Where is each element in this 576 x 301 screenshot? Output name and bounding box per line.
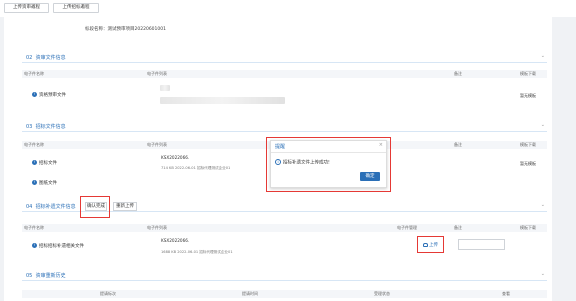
bid-name: 标段名称：测试预审项目20220601001 (85, 27, 166, 32)
upload-tender-doc-button[interactable]: 上传招标邀程 (53, 3, 99, 13)
col-doc-list: 电子件列表 (147, 225, 167, 230)
section-02-table-header: 电子件名称 电子件列表 备注 模板下载 (22, 70, 547, 78)
section-04-table-header: 电子件名称 电子件列表 电子件管理 备注 模板下载 (22, 224, 547, 232)
s04-file-meta: 1688 KB 2022-06-01 招标代理测试企业01 (161, 250, 233, 254)
col-history: 查看 (502, 291, 510, 296)
reupload-button[interactable]: 重新上传 (113, 202, 137, 211)
blurred-file-meta (160, 97, 285, 104)
col-doc-name: 电子件名称 (24, 71, 44, 76)
col-remark: 备注 (454, 142, 462, 147)
section-04-title: 04 招标补遗文件信息 (26, 204, 76, 210)
col-doc-list: 电子件列表 (147, 71, 167, 76)
remark-input[interactable] (458, 239, 505, 250)
s02-row-label: ! 资格预审文件 (32, 92, 66, 98)
col-doc-list: 电子件列表 (147, 142, 167, 147)
col-action: 模板下载 (520, 142, 536, 147)
col-history: 提请时间 (242, 291, 258, 296)
s03-row-label-2: ! 图纸文件 (32, 180, 57, 186)
s03-file-meta: 714 KB 2022-06-01 招标代理测试企业01 (161, 166, 231, 170)
chevron-down-icon[interactable]: ⌄ (541, 53, 545, 59)
s02-template-link[interactable]: 暂无模板 (520, 93, 536, 99)
highlight-box (266, 137, 391, 192)
s03-template-link[interactable]: 暂无模板 (520, 161, 536, 167)
chevron-down-icon[interactable]: ⌄ (541, 122, 545, 128)
history-table-header: 提请标次 提请时间 受理状态 查看 (22, 290, 547, 298)
section-02-title: 02 资审文件信息 (26, 55, 66, 61)
required-icon: ! (32, 92, 37, 97)
col-action: 模板下载 (520, 71, 536, 76)
highlight-box (80, 196, 110, 218)
col-action: 模板下载 (520, 225, 536, 230)
col-doc-name: 电子件名称 (24, 225, 44, 230)
top-toolbar: 上传资审邀程 上传招标邀程 (0, 0, 576, 17)
col-history: 受理状态 (374, 291, 390, 296)
upload-bid-doc-button[interactable]: 上传资审邀程 (4, 3, 49, 13)
required-icon: ! (32, 160, 37, 165)
chevron-down-icon[interactable]: ⌄ (541, 202, 545, 208)
s03-row-label-1: ! 招标文件 (32, 160, 57, 166)
required-icon: ! (32, 180, 37, 185)
chevron-down-icon[interactable]: ⌄ (541, 271, 545, 277)
section-03-title: 03 招标文件信息 (26, 124, 66, 130)
required-icon: ! (32, 243, 37, 248)
col-doc-name: 电子件名称 (24, 142, 44, 147)
col-remark: 备注 (454, 225, 462, 230)
col-history: 提请标次 (100, 291, 116, 296)
s04-row-label: ! 招标招标补遗相关文件 (32, 243, 84, 249)
col-manage: 电子件管理 (397, 225, 417, 230)
s04-file-name[interactable]: KSX2022066. (161, 238, 189, 243)
col-remark: 备注 (454, 71, 462, 76)
section-05-title: 05 资审重新历史 (26, 273, 66, 279)
highlight-box (417, 236, 444, 253)
section-05-header[interactable]: 05 资审重新历史 ⌄ (22, 270, 547, 281)
section-02-header[interactable]: 02 资审文件信息 ⌄ (22, 52, 547, 63)
section-03-header[interactable]: 03 招标文件信息 ⌄ (22, 121, 547, 132)
s03-file-name[interactable]: KSX2022066. (161, 155, 189, 160)
blurred-file (160, 85, 170, 91)
